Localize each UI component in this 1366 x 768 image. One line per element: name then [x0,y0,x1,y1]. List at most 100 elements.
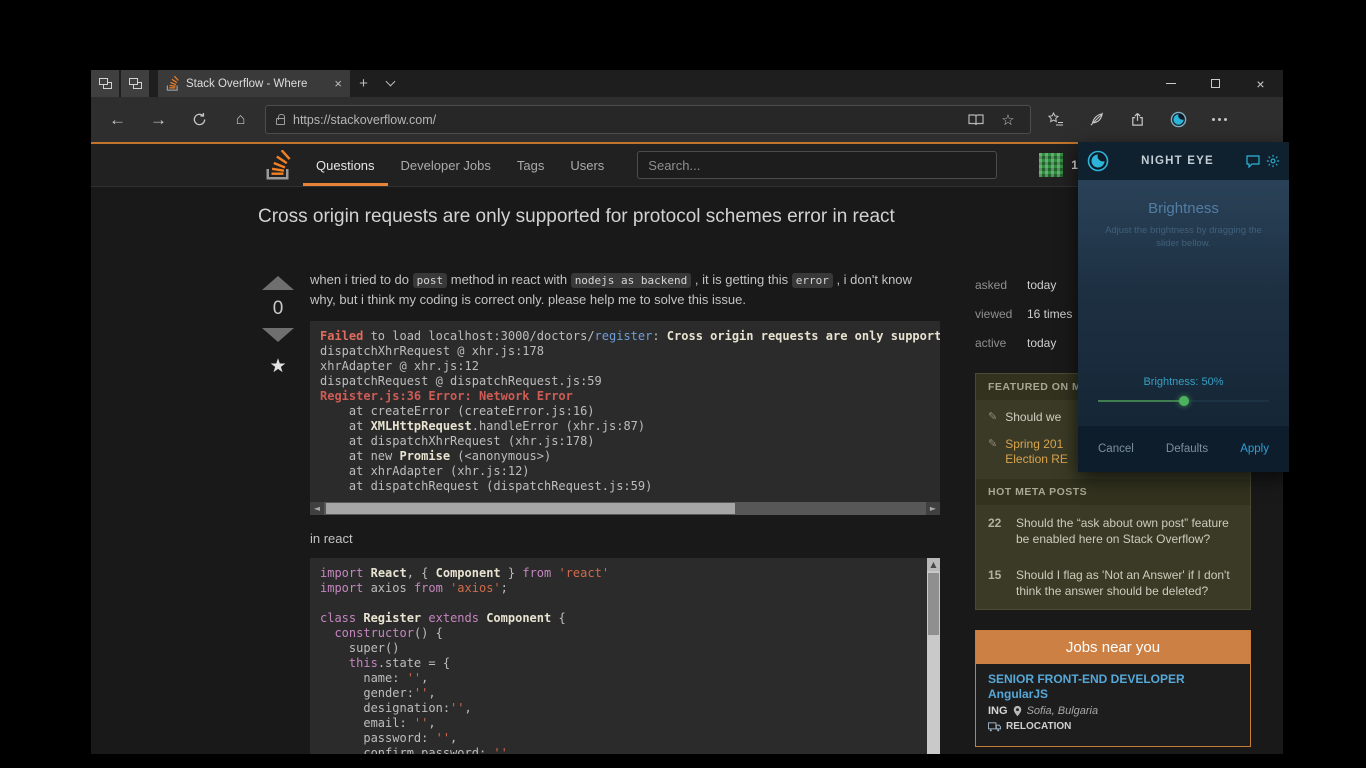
job-location: Sofia, Bulgaria [1027,705,1099,717]
address-bar[interactable]: https://stackoverflow.com/ ☆ [265,105,1031,134]
refresh-button[interactable] [179,97,220,142]
new-tab-button[interactable]: + [350,70,377,97]
star-icon: ☆ [1001,111,1014,129]
react-code-block: import React, { Component } from 'react'… [310,558,940,754]
upvote-icon[interactable] [262,276,294,290]
back-button[interactable]: ← [97,97,138,142]
question-container: when i tried to do post method in react … [310,270,940,754]
code-line: this.state = { [320,656,917,671]
job-title-link[interactable]: SENIOR FRONT-END DEVELOPER [988,672,1238,687]
tabs-set-aside-icon [99,78,112,89]
brightness-slider-handle[interactable] [1179,396,1189,406]
job-relocation-tag: RELOCATION [1006,721,1071,732]
share-button[interactable] [1117,97,1158,142]
scrollbar-track[interactable] [324,502,926,515]
tab-close-icon[interactable]: × [334,77,342,90]
browser-tab[interactable]: Stack Overflow - Where × [158,70,350,97]
pencil-icon: ✎ [988,437,997,467]
forward-button[interactable]: → [138,97,179,142]
brightness-value-label: Brightness: 50% [1078,376,1289,388]
scrollbar-thumb[interactable] [326,503,735,514]
maximize-button[interactable] [1193,70,1238,97]
code-line: super() [320,641,917,656]
hot-meta-item[interactable]: 15Should I flag as 'Not an Answer' if I … [976,557,1250,609]
reading-view-button[interactable] [964,113,988,127]
hot-meta-item[interactable]: 22 Should the “ask about own post” featur… [976,505,1250,557]
code-line: at xhrAdapter (xhr.js:12) [320,464,930,479]
downvote-icon[interactable] [262,328,294,342]
job-title-link-2[interactable]: AngularJS [988,687,1238,702]
job-company: ING [988,705,1008,717]
chevron-down-icon [386,77,396,87]
minimize-icon [1166,83,1176,84]
error-log-block: Failed to load localhost:3000/doctors/re… [310,321,940,515]
so-nav-items: QuestionsDeveloper JobsTagsUsers [303,144,617,186]
home-icon: ⌂ [236,111,246,129]
url-text[interactable]: https://stackoverflow.com/ [293,113,956,127]
settings-button[interactable] [1266,154,1280,168]
stat-label: viewed [975,307,1027,321]
inline-code: post [413,273,448,288]
defaults-button[interactable]: Defaults [1166,443,1208,455]
share-icon [1130,112,1145,127]
cancel-button[interactable]: Cancel [1098,443,1134,455]
web-notes-button[interactable] [1076,97,1117,142]
vertical-scrollbar[interactable]: ▲ [927,558,940,754]
question-body-text: when i tried to do post method in react … [310,270,940,309]
vote-count: 0 [273,298,284,320]
scroll-left-icon[interactable]: ◄ [310,502,324,515]
error-log-content: Failed to load localhost:3000/doctors/re… [310,321,940,502]
toolbar-right-icons [1035,97,1240,142]
horizontal-scrollbar[interactable]: ◄ ► [310,502,940,515]
code-line: confirm_password: '', [320,746,917,754]
nighteye-header: NIGHT EYE [1078,142,1289,180]
more-actions-button[interactable] [1199,97,1240,142]
favorite-star-icon[interactable]: ★ [269,357,286,376]
tabs-set-aside-button[interactable] [91,70,119,97]
nav-item-developer-jobs[interactable]: Developer Jobs [388,144,504,186]
stackoverflow-favicon [166,76,179,91]
nav-item-questions[interactable]: Questions [303,144,388,186]
close-button[interactable]: × [1238,70,1283,97]
nighteye-extension-icon [1170,111,1187,128]
hot-text: Should I flag as 'Not an Answer' if I do… [1016,567,1238,599]
home-button[interactable]: ⌂ [220,97,261,142]
code-line: at new Promise (<anonymous>) [320,449,930,464]
hub-star-icon [1048,112,1064,127]
nighteye-extension-button[interactable] [1158,97,1199,142]
stat-value: today [1027,336,1056,350]
tab-preview-button[interactable] [121,70,149,97]
hot-text: Should the “ask about own post” feature … [1016,515,1238,547]
nav-item-users[interactable]: Users [557,144,617,186]
relocation-icon [988,722,1001,732]
reputation-count[interactable]: 1 [1071,158,1078,172]
avatar[interactable] [1039,153,1063,177]
scrollbar-thumb-vertical[interactable] [928,573,939,635]
brightness-slider[interactable] [1098,400,1269,402]
apply-button[interactable]: Apply [1240,443,1269,455]
tab-dropdown-button[interactable] [377,70,404,97]
job-tag-row: RELOCATION [988,721,1238,732]
chat-bubble-icon [1246,155,1260,168]
scroll-up-icon[interactable]: ▲ [927,558,940,571]
code-line: dispatchRequest @ dispatchRequest.js:59 [320,374,930,389]
minimize-button[interactable] [1148,70,1193,97]
code-line: password: '', [320,731,917,746]
add-favorite-button[interactable]: ☆ [996,111,1020,129]
hot-score: 22 [988,515,1006,547]
chat-button[interactable] [1246,155,1260,168]
hub-favorites-button[interactable] [1035,97,1076,142]
brightness-slider-section: Brightness: 50% [1078,376,1289,402]
nav-item-tags[interactable]: Tags [504,144,557,186]
code-line: import axios from 'axios'; [320,581,917,596]
nighteye-body: Brightness Adjust the brightness by drag… [1078,180,1289,426]
jobs-box: Jobs near you SENIOR FRONT-END DEVELOPER… [975,630,1251,747]
maximize-icon [1211,79,1220,88]
nighteye-logo-icon [1087,150,1109,172]
stat-label: active [975,336,1027,350]
stackoverflow-logo[interactable] [265,150,291,180]
stat-value: today [1027,278,1056,292]
search-input[interactable] [637,151,997,179]
scroll-right-icon[interactable]: ► [926,502,940,515]
hot-meta-header: HOT META POSTS [976,479,1250,505]
